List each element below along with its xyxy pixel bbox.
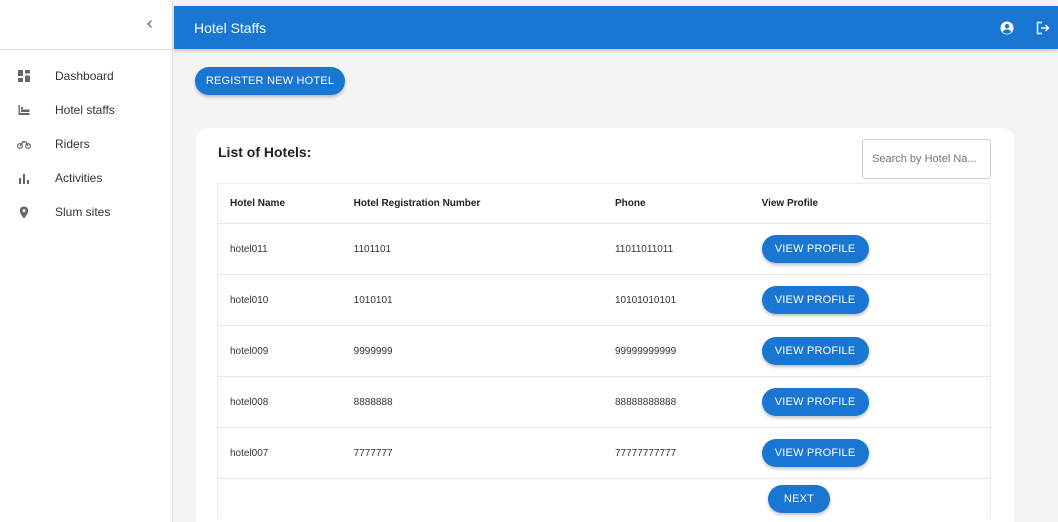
registration-number-cell: 1101101 [353, 243, 392, 255]
column-header-view-profile: View Profile [761, 198, 819, 209]
phone-cell: 10101010101 [614, 294, 677, 306]
hotel-icon [17, 103, 31, 117]
view-profile-button[interactable]: VIEW PROFILE [761, 388, 869, 416]
dashboard-icon [17, 69, 31, 83]
table-row: hotel010 1010101 10101010101 VIEW PROFIL… [218, 275, 990, 326]
phone-cell: 88888888888 [614, 396, 677, 408]
sidebar-item-label: Activities [55, 171, 103, 185]
logout-icon [1036, 21, 1050, 34]
pagination: NEXT [218, 479, 990, 519]
account-icon [1000, 21, 1014, 34]
view-profile-button[interactable]: VIEW PROFILE [761, 286, 869, 314]
phone-cell: 77777777777 [614, 447, 677, 459]
next-page-button[interactable]: NEXT [768, 485, 830, 513]
chevron-left-icon [147, 20, 152, 28]
hotel-list-card: List of Hotels: Hotel Name Hotel Registr… [196, 128, 1014, 522]
table-row: hotel009 9999999 99999999999 VIEW PROFIL… [218, 326, 990, 377]
phone-cell: 11011011011 [614, 243, 674, 255]
table-row: hotel011 1101101 11011011011 VIEW PROFIL… [218, 224, 990, 275]
view-profile-button[interactable]: VIEW PROFILE [761, 439, 869, 467]
hotel-table: Hotel Name Hotel Registration Number Pho… [217, 183, 991, 519]
column-header-hotel-name: Hotel Name [230, 198, 286, 209]
bar-chart-icon [17, 171, 31, 185]
register-new-hotel-button[interactable]: REGISTER NEW HOTEL [195, 67, 345, 95]
sidebar-item-riders[interactable]: Riders [0, 127, 172, 161]
sidebar-item-label: Riders [55, 137, 90, 151]
page-title: Hotel Staffs [194, 19, 267, 36]
view-profile-cell: VIEW PROFILE [761, 235, 990, 263]
sidebar-item-label: Dashboard [55, 69, 114, 83]
search-input[interactable] [862, 139, 991, 179]
view-profile-cell: VIEW PROFILE [761, 439, 990, 467]
hotel-name-cell: hotel007 [230, 447, 269, 459]
sidebar: Dashboard Hotel staffs Riders Activities… [0, 0, 173, 522]
view-profile-cell: VIEW PROFILE [761, 337, 990, 365]
view-profile-cell: VIEW PROFILE [761, 286, 990, 314]
bike-icon [17, 137, 31, 151]
list-title: List of Hotels: [218, 144, 312, 160]
hotel-name-cell: hotel011 [230, 243, 268, 255]
sidebar-item-activities[interactable]: Activities [0, 161, 172, 195]
view-profile-cell: VIEW PROFILE [761, 388, 990, 416]
sidebar-item-label: Slum sites [55, 205, 111, 219]
view-profile-button[interactable]: VIEW PROFILE [761, 235, 869, 263]
table-header-row: Hotel Name Hotel Registration Number Pho… [218, 184, 990, 224]
sidebar-item-slum-sites[interactable]: Slum sites [0, 195, 172, 229]
location-pin-icon [17, 205, 31, 219]
sidebar-item-label: Hotel staffs [55, 103, 115, 117]
hotel-name-cell: hotel010 [230, 294, 269, 306]
collapse-sidebar-button[interactable] [140, 14, 160, 34]
sidebar-item-dashboard[interactable]: Dashboard [0, 59, 172, 93]
column-header-phone: Phone [614, 198, 646, 209]
column-header-registration-number: Hotel Registration Number [353, 198, 481, 209]
sidebar-item-hotel-staffs[interactable]: Hotel staffs [0, 93, 172, 127]
view-profile-button[interactable]: VIEW PROFILE [761, 337, 869, 365]
account-button[interactable] [996, 17, 1018, 39]
hotel-name-cell: hotel008 [230, 396, 269, 408]
registration-number-cell: 9999999 [353, 345, 393, 357]
sidebar-nav: Dashboard Hotel staffs Riders Activities… [0, 50, 172, 229]
logout-button[interactable] [1032, 17, 1054, 39]
app-bar-actions [996, 6, 1058, 49]
sidebar-header [0, 0, 172, 50]
table-row: hotel008 8888888 88888888888 VIEW PROFIL… [218, 377, 990, 428]
app-bar: Hotel Staffs [174, 6, 1058, 49]
phone-cell: 99999999999 [614, 345, 677, 357]
registration-number-cell: 7777777 [353, 447, 393, 459]
registration-number-cell: 1010101 [353, 294, 393, 306]
table-row: hotel007 7777777 77777777777 VIEW PROFIL… [218, 428, 990, 479]
hotel-name-cell: hotel009 [230, 345, 269, 357]
registration-number-cell: 8888888 [353, 396, 393, 408]
